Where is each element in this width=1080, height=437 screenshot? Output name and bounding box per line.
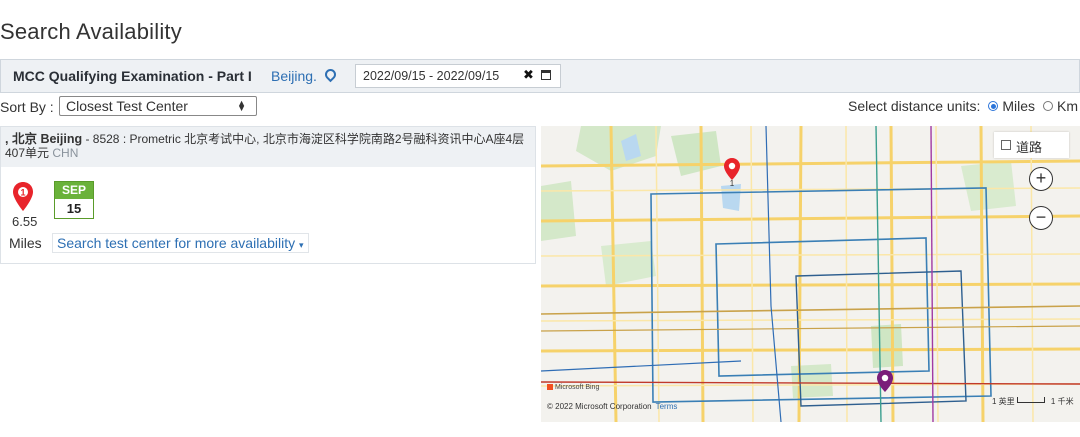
map-type-selector[interactable]: 道路	[994, 132, 1069, 158]
exam-name: MCC Qualifying Examination - Part I	[13, 68, 252, 84]
bing-logo: Microsoft Bing	[547, 384, 599, 391]
miles-label[interactable]: Miles	[1002, 98, 1035, 114]
exam-filter-bar: MCC Qualifying Examination - Part I Beij…	[0, 59, 1080, 93]
caret-down-icon: ▾	[299, 240, 304, 250]
calendar-icon[interactable]	[541, 70, 551, 80]
result-detail: - 8528 : Prometric 北京考试中心, 北京市海淀区科学院南路2号…	[5, 132, 525, 160]
distance-value: 6.55	[12, 214, 38, 229]
test-center-address: , 北京 Beijing - 8528 : Prometric 北京考试中心, …	[1, 127, 535, 167]
result-prefix: ,	[5, 132, 12, 146]
map-marker-icon: 1	[13, 182, 33, 211]
page-title: Search Availability	[0, 19, 182, 44]
zoom-out-button[interactable]: −	[1029, 206, 1053, 230]
test-center-result: , 北京 Beijing - 8528 : Prometric 北京考试中心, …	[0, 126, 536, 264]
terms-link[interactable]: Terms	[656, 402, 678, 411]
marker-number: 1	[20, 188, 25, 198]
km-radio[interactable]	[1043, 101, 1053, 111]
map-copyright: © 2022 Microsoft Corporation Terms	[547, 402, 677, 411]
distance-units: Select distance units: Miles Km	[848, 98, 1078, 114]
sort-row: Sort By : Closest Test Center ▲ ▼	[0, 96, 257, 116]
more-availability-label: Search test center for more availability	[57, 235, 296, 251]
result-country: CHN	[52, 146, 79, 160]
distance-unit: Miles	[9, 235, 42, 251]
km-label[interactable]: Km	[1057, 98, 1078, 114]
map-canvas[interactable]: 1	[541, 126, 1080, 422]
exam-location-link[interactable]: Beijing.	[271, 66, 339, 84]
date-range-value: 2022/09/15 - 2022/09/15	[363, 69, 500, 83]
bing-text: Microsoft Bing	[555, 384, 600, 391]
result-city-cn: 北京	[11, 132, 37, 146]
clear-date-icon[interactable]: ✖	[523, 67, 534, 83]
scale-km: 1 千米	[1050, 397, 1074, 406]
map-pin-label: 1	[730, 179, 735, 188]
map[interactable]: 1 道路 + − Microsoft Bing © 2022 Microsoft…	[541, 126, 1080, 422]
map-type-icon	[1001, 140, 1011, 150]
select-arrows-icon: ▲ ▼	[237, 98, 246, 113]
copyright-text: © 2022 Microsoft Corporation	[547, 402, 652, 411]
map-type-label: 道路	[1016, 140, 1043, 155]
map-scale: 1 英里 1 千米	[992, 396, 1074, 407]
sort-select[interactable]: Closest Test Center ▲ ▼	[59, 96, 257, 116]
miles-radio[interactable]	[988, 101, 999, 111]
zoom-in-button[interactable]: +	[1029, 167, 1053, 191]
microsoft-logo-icon	[547, 384, 553, 390]
badge-day: 15	[55, 199, 93, 218]
date-range-input[interactable]: 2022/09/15 - 2022/09/15 ✖	[355, 64, 561, 88]
badge-month: SEP	[55, 182, 93, 199]
more-availability-dropdown[interactable]: Search test center for more availability…	[52, 233, 309, 253]
available-date-badge[interactable]: SEP 15	[54, 181, 94, 219]
units-label: Select distance units:	[848, 98, 981, 114]
result-city-en: Beijing	[40, 132, 83, 146]
sort-selected-value: Closest Test Center	[66, 98, 188, 114]
exam-location-label: Beijing.	[271, 68, 317, 84]
scale-bar	[1016, 397, 1045, 403]
sort-label: Sort By :	[0, 99, 54, 115]
scale-miles: 1 英里	[992, 397, 1015, 406]
location-pin-icon	[322, 66, 339, 83]
